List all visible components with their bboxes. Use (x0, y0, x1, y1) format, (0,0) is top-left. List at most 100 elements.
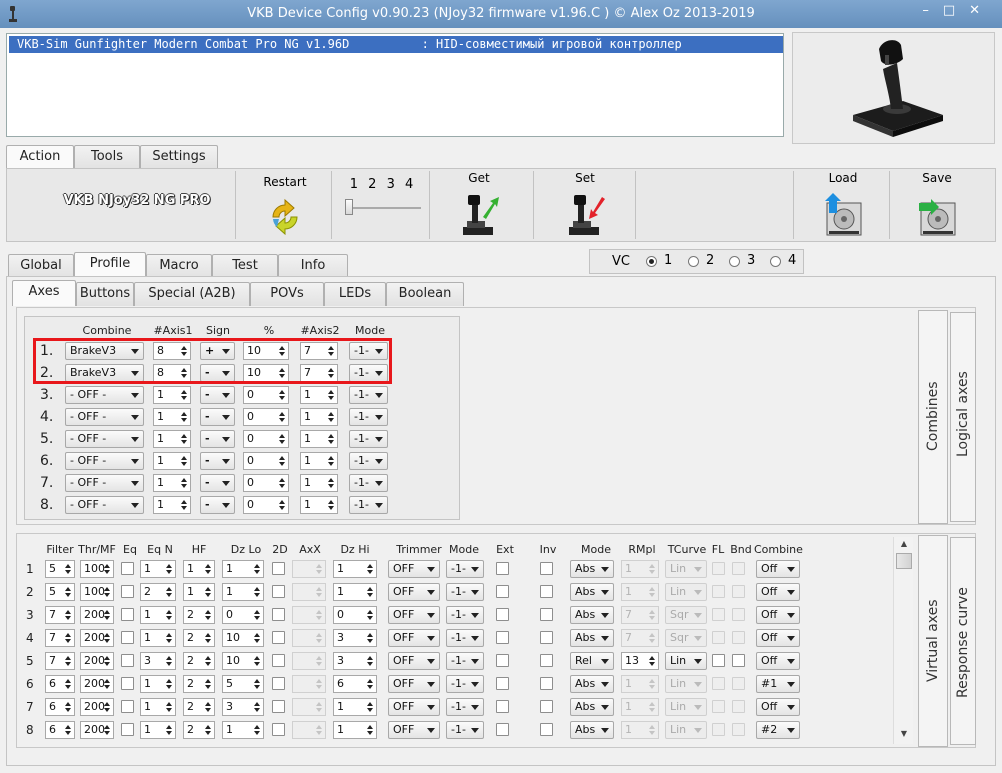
trimmer-mode-select[interactable]: -1- (446, 583, 484, 601)
filter-stepper[interactable]: 7 (45, 606, 75, 624)
axis1-stepper[interactable]: 1 (153, 430, 191, 448)
tab-axes[interactable]: Axes (12, 280, 76, 306)
combine-select[interactable]: - OFF - (65, 386, 144, 404)
rmpl-stepper[interactable]: 1 (621, 721, 659, 739)
thr-mf-field[interactable]: 100 (80, 583, 114, 601)
eqn-stepper[interactable]: 1 (140, 675, 176, 693)
bnd-checkbox[interactable] (732, 631, 745, 644)
percent-stepper[interactable]: 0 (243, 386, 289, 404)
combine-assign-select[interactable]: Off (756, 583, 800, 601)
bnd-checkbox[interactable] (732, 608, 745, 621)
combine-mode-select[interactable]: -1- (349, 408, 388, 426)
vc-radio-2[interactable] (688, 256, 699, 267)
rmpl-stepper[interactable]: 1 (621, 560, 659, 578)
trimmer-select[interactable]: OFF (388, 560, 440, 578)
ext-checkbox[interactable] (496, 608, 509, 621)
axx-stepper[interactable] (292, 698, 326, 716)
fl-checkbox[interactable] (712, 608, 725, 621)
ext-checkbox[interactable] (496, 723, 509, 736)
ext-checkbox[interactable] (496, 562, 509, 575)
vc-radio-1[interactable] (646, 256, 657, 267)
combine-assign-select[interactable]: Off (756, 698, 800, 716)
combine-select[interactable]: - OFF - (65, 430, 144, 448)
tcurve-select[interactable]: Lin (665, 698, 707, 716)
tcurve-select[interactable]: Lin (665, 560, 707, 578)
axis1-stepper[interactable]: 1 (153, 496, 191, 514)
device-list[interactable]: VKB-Sim Gunfighter Modern Combat Pro NG … (6, 33, 784, 137)
bnd-checkbox[interactable] (732, 654, 745, 667)
tab-global[interactable]: Global (8, 254, 74, 278)
sign-select[interactable]: - (200, 474, 235, 492)
tcurve-select[interactable]: Lin (665, 675, 707, 693)
percent-stepper[interactable]: 0 (243, 408, 289, 426)
inv-checkbox[interactable] (540, 608, 553, 621)
trimmer-select[interactable]: OFF (388, 698, 440, 716)
tcurve-select[interactable]: Lin (665, 721, 707, 739)
filter-stepper[interactable]: 6 (45, 675, 75, 693)
dz-lo-stepper[interactable]: 0 (222, 606, 264, 624)
mode-slider-thumb[interactable] (345, 199, 353, 215)
trimmer-select[interactable]: OFF (388, 583, 440, 601)
trimmer-select[interactable]: OFF (388, 675, 440, 693)
combine-assign-select[interactable]: Off (756, 606, 800, 624)
trimmer-select[interactable]: OFF (388, 606, 440, 624)
eq-checkbox[interactable] (121, 585, 134, 598)
combine-select[interactable]: - OFF - (65, 408, 144, 426)
thr-mf-field[interactable]: 200 (80, 606, 114, 624)
dz-lo-stepper[interactable]: 10 (222, 629, 264, 647)
combine-mode-select[interactable]: -1- (349, 452, 388, 470)
fl-checkbox[interactable] (712, 585, 725, 598)
vaxes-scrollbar[interactable]: ▲ ▼ (893, 537, 913, 744)
inv-checkbox[interactable] (540, 631, 553, 644)
vc-radio-4[interactable] (770, 256, 781, 267)
eq-checkbox[interactable] (121, 677, 134, 690)
restart-icon[interactable] (265, 197, 305, 237)
dz-lo-stepper[interactable]: 1 (222, 583, 264, 601)
tab-tools[interactable]: Tools (74, 145, 140, 169)
inv-checkbox[interactable] (540, 562, 553, 575)
combine-mode-select[interactable]: -1- (349, 386, 388, 404)
trimmer-mode-select[interactable]: -1- (446, 698, 484, 716)
thr-mf-field[interactable]: 200 (80, 652, 114, 670)
hf-stepper[interactable]: 2 (183, 698, 215, 716)
trimmer-select[interactable]: OFF (388, 629, 440, 647)
mode-slider-track[interactable] (345, 207, 421, 209)
tcurve-select[interactable]: Lin (665, 652, 707, 670)
ext-checkbox[interactable] (496, 585, 509, 598)
set-joystick-icon[interactable] (565, 191, 609, 239)
tab-macro[interactable]: Macro (146, 254, 212, 278)
sign-select[interactable]: - (200, 430, 235, 448)
combine-select[interactable]: - OFF - (65, 474, 144, 492)
fl-checkbox[interactable] (712, 631, 725, 644)
tab-response-curve[interactable]: Response curve (950, 537, 976, 745)
bnd-checkbox[interactable] (732, 585, 745, 598)
rmpl-stepper[interactable]: 1 (621, 583, 659, 601)
eqn-stepper[interactable]: 3 (140, 652, 176, 670)
dz-hi-stepper[interactable]: 1 (333, 698, 377, 716)
dz-lo-stepper[interactable]: 1 (222, 721, 264, 739)
axis-mode-select[interactable]: Abs (570, 583, 614, 601)
tab-povs[interactable]: POVs (250, 282, 324, 306)
2d-checkbox[interactable] (272, 608, 285, 621)
trimmer-mode-select[interactable]: -1- (446, 606, 484, 624)
sign-select[interactable]: - (200, 386, 235, 404)
2d-checkbox[interactable] (272, 700, 285, 713)
eq-checkbox[interactable] (121, 723, 134, 736)
trimmer-mode-select[interactable]: -1- (446, 629, 484, 647)
tab-special-a2b[interactable]: Special (A2B) (134, 282, 250, 306)
tab-buttons[interactable]: Buttons (76, 282, 134, 306)
filter-stepper[interactable]: 5 (45, 560, 75, 578)
2d-checkbox[interactable] (272, 677, 285, 690)
axx-stepper[interactable] (292, 606, 326, 624)
dz-hi-stepper[interactable]: 1 (333, 560, 377, 578)
trimmer-mode-select[interactable]: -1- (446, 721, 484, 739)
trimmer-select[interactable]: OFF (388, 721, 440, 739)
dz-hi-stepper[interactable]: 3 (333, 629, 377, 647)
percent-stepper[interactable]: 0 (243, 474, 289, 492)
eqn-stepper[interactable]: 1 (140, 698, 176, 716)
rmpl-stepper[interactable]: 7 (621, 629, 659, 647)
tab-boolean[interactable]: Boolean (386, 282, 464, 306)
combine-mode-select[interactable]: -1- (349, 430, 388, 448)
fl-checkbox[interactable] (712, 677, 725, 690)
inv-checkbox[interactable] (540, 700, 553, 713)
